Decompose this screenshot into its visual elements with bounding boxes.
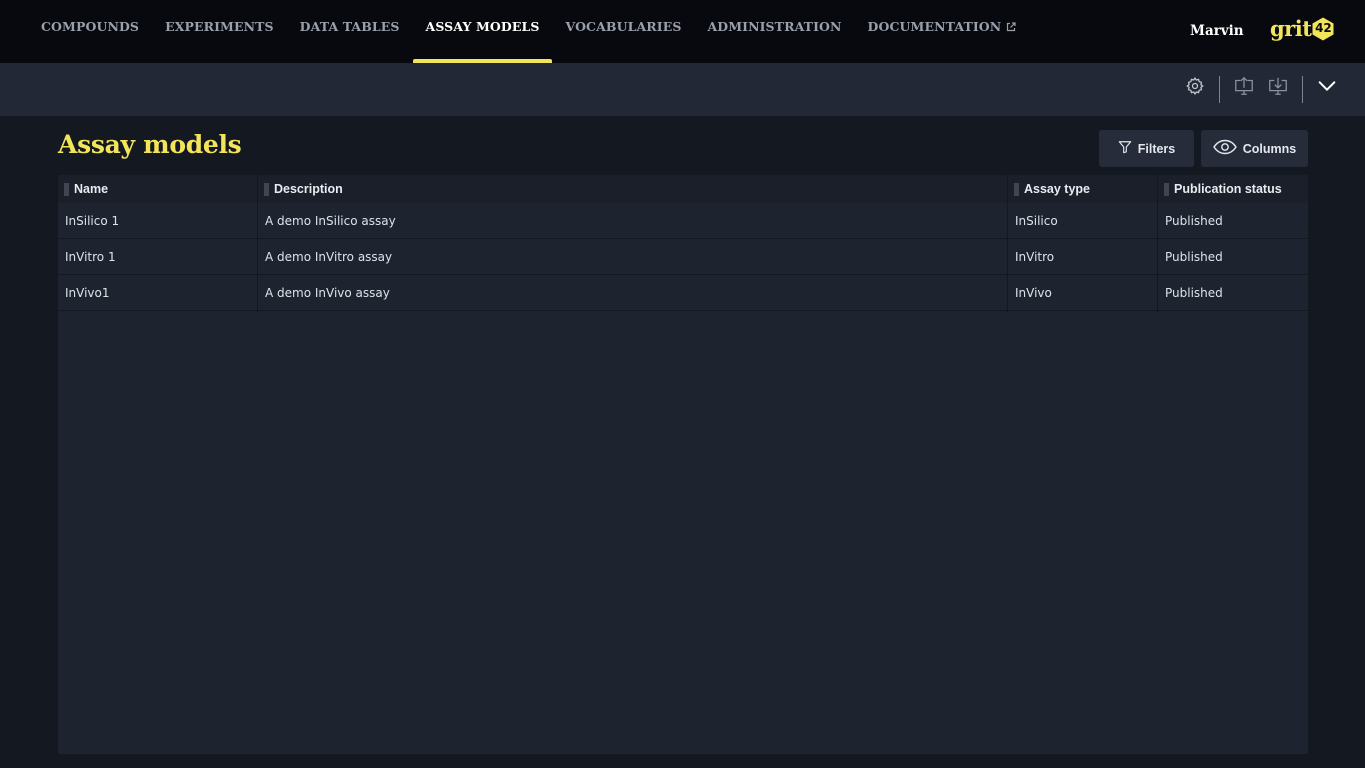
filters-label: Filters [1137, 141, 1176, 156]
logo-badge: 42 [1315, 21, 1332, 35]
table-row[interactable]: InSilico 1 A demo InSilico assay InSilic… [58, 203, 1308, 239]
download-icon [1267, 75, 1289, 102]
nav-item-label: ADMINISTRATION [707, 19, 842, 34]
user-menu[interactable]: Marvin [1190, 23, 1244, 39]
upload-icon [1233, 75, 1255, 102]
top-nav: COMPOUNDS EXPERIMENTS DATA TABLES ASSAY … [0, 0, 1365, 63]
nav-item-documentation[interactable]: DOCUMENTATION [855, 0, 1030, 63]
cell-assay-type[interactable]: InSilico [1008, 203, 1158, 239]
cell-assay-type[interactable]: InVivo [1008, 275, 1158, 311]
nav-item-label: EXPERIMENTS [165, 19, 274, 34]
logo-text: grit [1270, 15, 1312, 41]
column-divider [257, 175, 258, 312]
cell-publication-status[interactable]: Published [1158, 239, 1308, 275]
filter-icon [1118, 140, 1138, 157]
nav-items: COMPOUNDS EXPERIMENTS DATA TABLES ASSAY … [28, 0, 1029, 63]
toolbar-divider [1302, 76, 1303, 103]
nav-item-label: DATA TABLES [299, 19, 400, 34]
filters-button[interactable]: Filters [1099, 130, 1194, 167]
nav-item-label: COMPOUNDS [41, 19, 140, 34]
nav-item-data-tables[interactable]: DATA TABLES [287, 0, 413, 63]
column-header-name[interactable]: Name [58, 175, 258, 203]
cell-description[interactable]: A demo InVitro assay [258, 239, 1008, 275]
cell-description[interactable]: A demo InSilico assay [258, 203, 1008, 239]
collapse-button[interactable] [1313, 75, 1341, 101]
cell-publication-status[interactable]: Published [1158, 203, 1308, 239]
grit42-logo[interactable]: grit 42 [1270, 15, 1334, 41]
column-header-description[interactable]: Description [258, 175, 1008, 203]
column-divider [1157, 175, 1158, 312]
page-title: Assay models [58, 130, 242, 159]
column-resize-handle[interactable] [64, 182, 69, 196]
column-header-publication-status[interactable]: Publication status [1158, 175, 1308, 203]
nav-item-vocabularies[interactable]: VOCABULARIES [552, 0, 694, 63]
toolbar-divider [1219, 76, 1220, 103]
table-row[interactable]: InVivo1 A demo InVivo assay InVivo Publi… [58, 275, 1308, 311]
nav-item-label: ASSAY MODELS [425, 19, 540, 34]
nav-item-label: DOCUMENTATION [867, 19, 1002, 34]
nav-item-experiments[interactable]: EXPERIMENTS [152, 0, 287, 63]
column-divider [1007, 175, 1008, 312]
nav-item-label: VOCABULARIES [565, 19, 682, 34]
table-header: Name Description Assay type Publication … [58, 175, 1308, 203]
columns-label: Columns [1242, 141, 1297, 156]
upload-button[interactable] [1230, 75, 1258, 101]
eye-icon [1212, 139, 1243, 158]
chevron-down-icon [1316, 75, 1338, 102]
column-resize-handle[interactable] [264, 182, 269, 196]
cell-name[interactable]: InSilico 1 [58, 203, 258, 239]
external-link-icon [1006, 20, 1016, 32]
columns-button[interactable]: Columns [1201, 130, 1308, 167]
download-button[interactable] [1264, 75, 1292, 101]
nav-item-assay-models[interactable]: ASSAY MODELS [412, 0, 553, 63]
column-header-label: Publication status [1174, 182, 1282, 196]
column-header-label: Description [274, 182, 343, 196]
toolbar [0, 63, 1365, 116]
settings-button[interactable] [1181, 75, 1209, 101]
column-resize-handle[interactable] [1014, 182, 1019, 196]
column-header-assay-type[interactable]: Assay type [1008, 175, 1158, 203]
gear-icon [1185, 76, 1205, 101]
column-resize-handle[interactable] [1164, 182, 1169, 196]
column-header-label: Assay type [1024, 182, 1091, 196]
cell-assay-type[interactable]: InVitro [1008, 239, 1158, 275]
hexagon-logo-icon: 42 [1312, 17, 1334, 41]
assay-models-table: Name Description Assay type Publication … [58, 175, 1308, 754]
cell-publication-status[interactable]: Published [1158, 275, 1308, 311]
nav-item-administration[interactable]: ADMINISTRATION [694, 0, 854, 63]
nav-item-compounds[interactable]: COMPOUNDS [28, 0, 152, 63]
cell-description[interactable]: A demo InVivo assay [258, 275, 1008, 311]
table-row[interactable]: InVitro 1 A demo InVitro assay InVitro P… [58, 239, 1308, 275]
column-header-label: Name [74, 182, 109, 196]
cell-name[interactable]: InVitro 1 [58, 239, 258, 275]
cell-name[interactable]: InVivo1 [58, 275, 258, 311]
